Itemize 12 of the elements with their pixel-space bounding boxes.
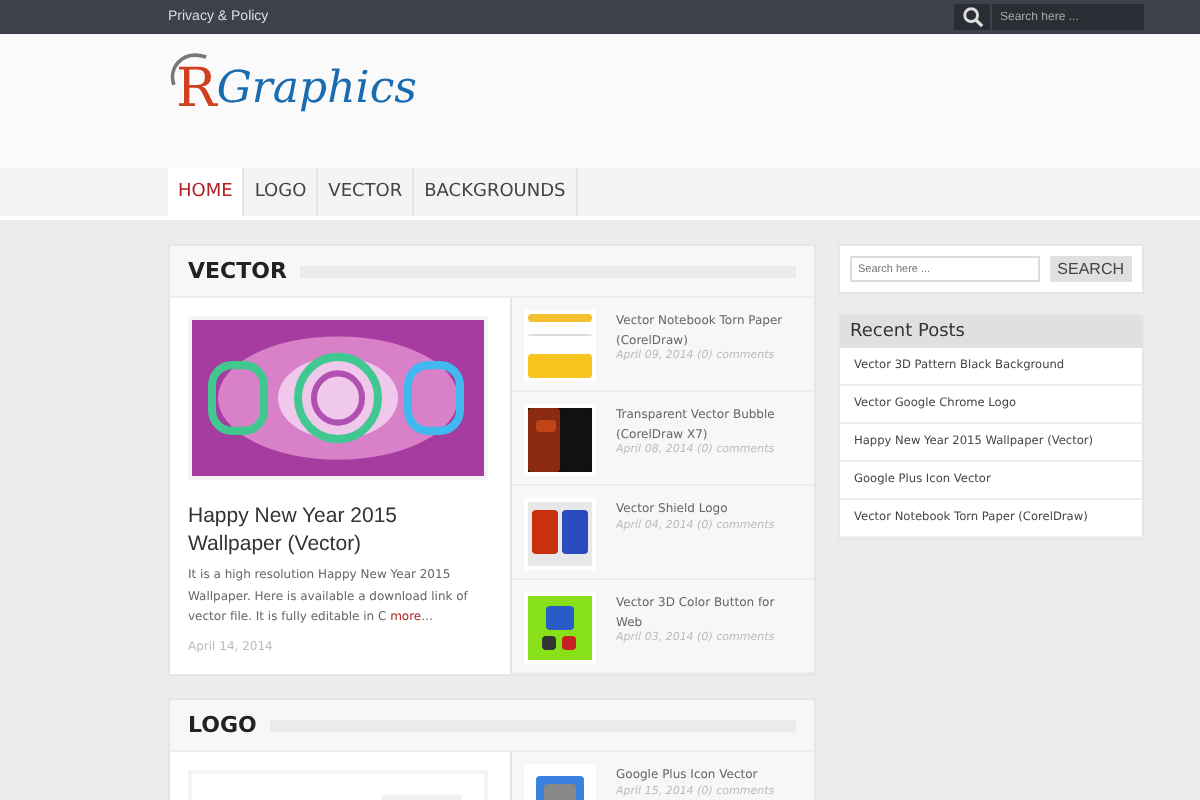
search-icon xyxy=(961,6,983,28)
widget-title: Recent Posts xyxy=(840,316,1142,348)
post-title[interactable]: Happy New Year 2015 Wallpaper (Vector) xyxy=(188,504,492,559)
site-logo[interactable]: RGraphics xyxy=(168,34,417,120)
nav-tab[interactable]: VECTOR xyxy=(318,168,415,216)
nav-tab[interactable]: LOGO xyxy=(244,168,319,216)
search-button[interactable] xyxy=(954,4,990,30)
nav-tab[interactable]: HOME xyxy=(168,168,245,216)
section-title: VECTOR xyxy=(188,258,287,284)
search-button[interactable]: SEARCH xyxy=(1049,256,1132,282)
section-title: LOGO xyxy=(188,712,257,738)
nav-tab[interactable]: BACKGROUNDS xyxy=(414,168,578,216)
